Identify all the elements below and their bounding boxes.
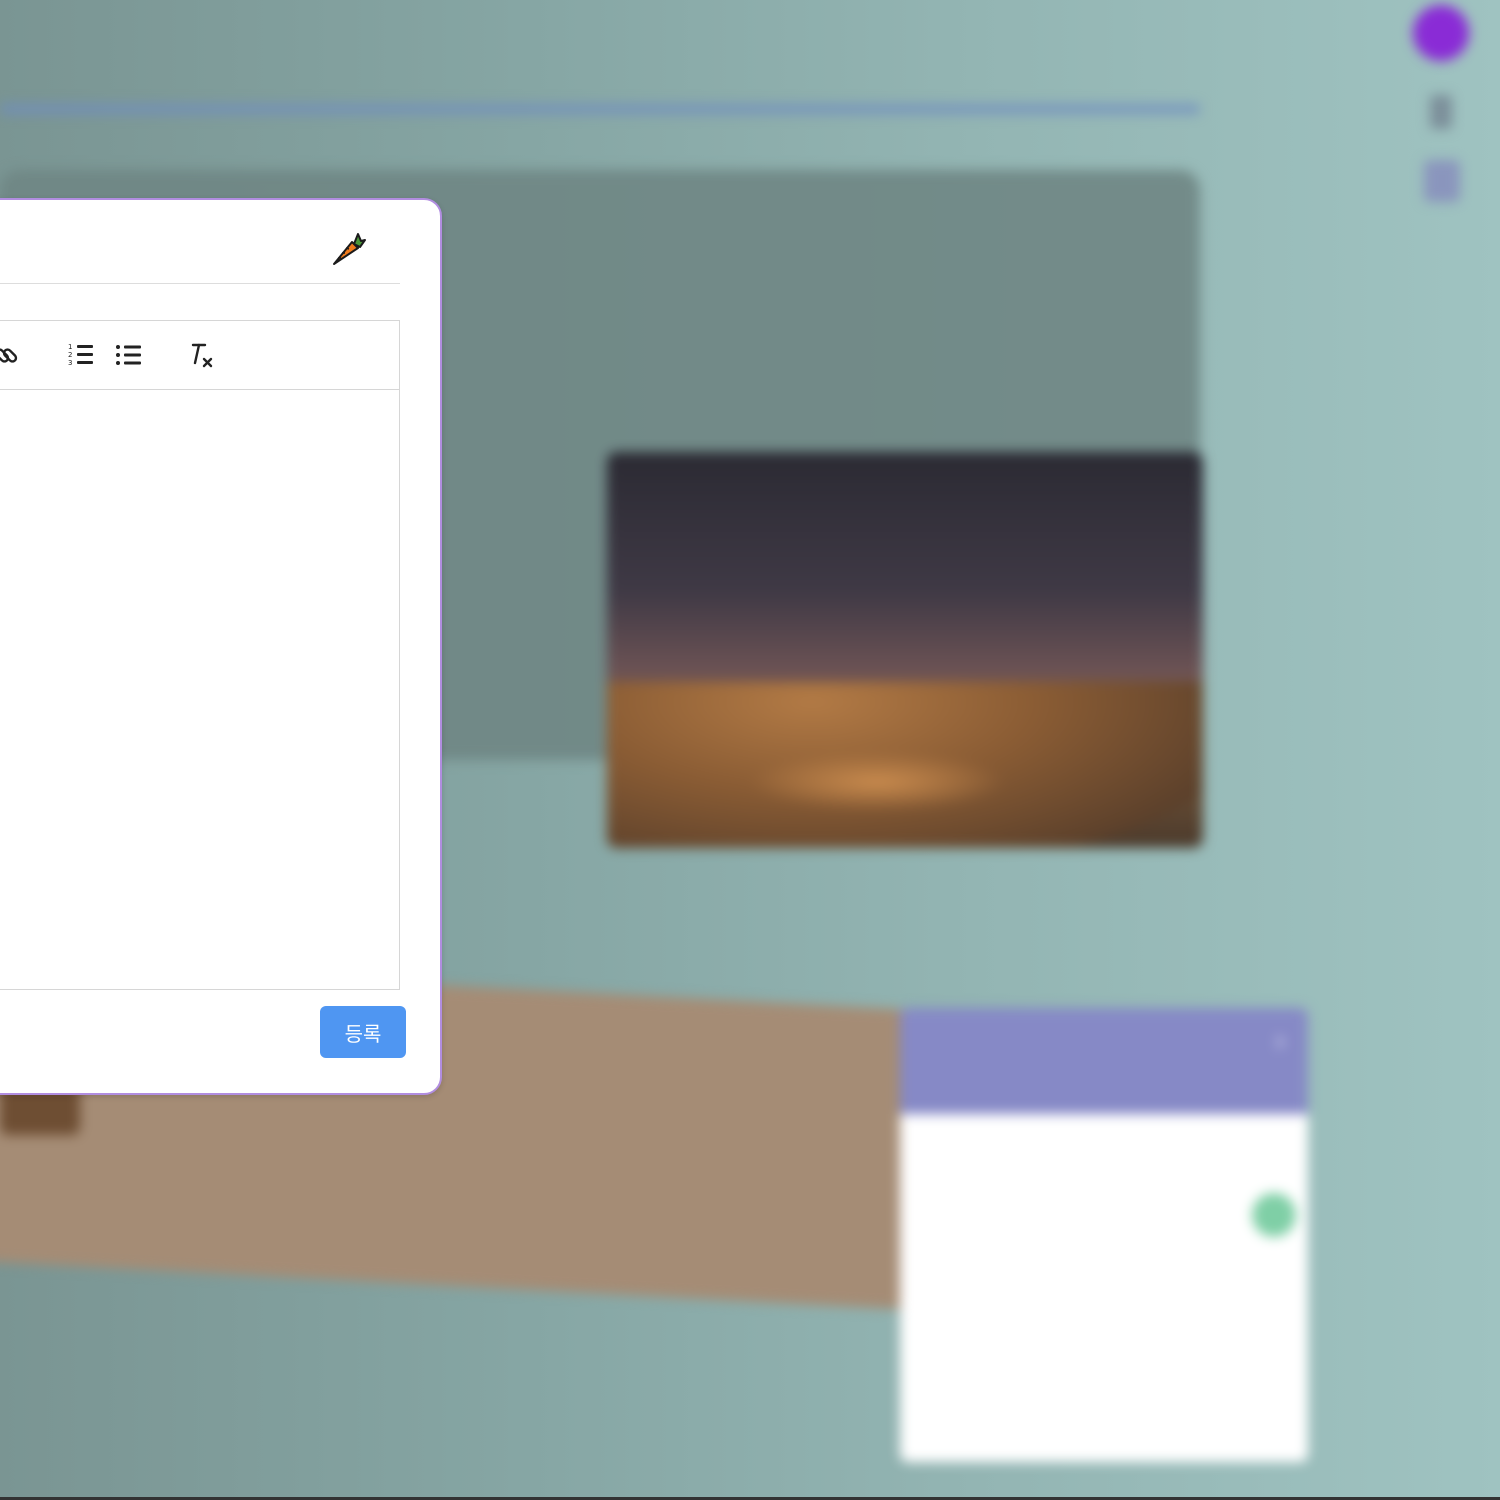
clear-format-icon[interactable] [185,339,217,371]
progress-line [0,104,1200,114]
calendar-day[interactable] [1019,1350,1076,1404]
calendar-day[interactable] [906,1242,963,1296]
calendar-day[interactable] [1245,1350,1302,1404]
date-picker[interactable]: › [900,1008,1308,1462]
calendar-day[interactable] [906,1296,963,1350]
calendar-day[interactable] [906,1404,963,1458]
calendar-grid [900,1114,1308,1458]
calendar-day[interactable] [1245,1134,1302,1188]
calendar-day[interactable] [1251,1193,1296,1237]
desert-photo [607,452,1203,848]
calendar-day[interactable] [906,1350,963,1404]
submit-button[interactable]: 등록 [320,1006,406,1058]
calendar-day[interactable] [1076,1188,1133,1242]
calendar-day[interactable] [1245,1404,1302,1458]
avatar[interactable] [1413,5,1469,61]
svg-text:1: 1 [68,343,72,351]
calendar-day[interactable] [1189,1296,1246,1350]
calendar-day[interactable] [1132,1134,1189,1188]
rich-text-editor: 123 [0,320,400,990]
write-dialog: 123 등록 [0,198,442,1095]
calendar-day[interactable] [963,1296,1020,1350]
calendar-day[interactable] [1019,1134,1076,1188]
calendar-day[interactable] [1132,1188,1189,1242]
side-icon[interactable] [1424,160,1460,202]
calendar-day[interactable] [1245,1296,1302,1350]
ordered-list-icon[interactable]: 123 [65,339,97,371]
svg-text:3: 3 [68,359,72,367]
calendar-day[interactable] [1076,1134,1133,1188]
calendar-day[interactable] [963,1350,1020,1404]
calendar-header: › [900,1008,1308,1114]
svg-text:2: 2 [68,351,72,359]
calendar-day[interactable] [906,1188,963,1242]
calendar-day[interactable] [1019,1296,1076,1350]
calendar-day[interactable] [1132,1296,1189,1350]
header-divider [0,283,400,284]
calendar-day[interactable] [1019,1188,1076,1242]
calendar-day[interactable] [1132,1242,1189,1296]
calendar-day[interactable] [1076,1242,1133,1296]
next-month-button[interactable]: › [1275,1024,1286,1057]
calendar-day[interactable] [963,1134,1020,1188]
calendar-day[interactable] [1189,1188,1246,1242]
calendar-day[interactable] [1189,1242,1246,1296]
calendar-day[interactable] [963,1188,1020,1242]
calendar-day[interactable] [1132,1404,1189,1458]
calendar-day[interactable] [1189,1404,1246,1458]
calendar-day[interactable] [1076,1296,1133,1350]
calendar-day[interactable] [963,1404,1020,1458]
calendar-day[interactable] [963,1242,1020,1296]
side-icon[interactable] [1430,95,1452,129]
calendar-day[interactable] [1076,1350,1133,1404]
carrot-icon [328,228,368,268]
calendar-day[interactable] [1019,1242,1076,1296]
calendar-day[interactable] [1019,1404,1076,1458]
editor-toolbar: 123 [0,321,399,390]
editor-content[interactable] [0,390,399,989]
bullet-list-icon[interactable] [113,339,145,371]
calendar-day[interactable] [1189,1134,1246,1188]
calendar-day[interactable] [1245,1242,1302,1296]
calendar-day[interactable] [1076,1404,1133,1458]
calendar-day[interactable] [1189,1350,1246,1404]
calendar-day[interactable] [906,1134,963,1188]
calendar-day[interactable] [1132,1350,1189,1404]
link-icon[interactable] [0,339,23,371]
